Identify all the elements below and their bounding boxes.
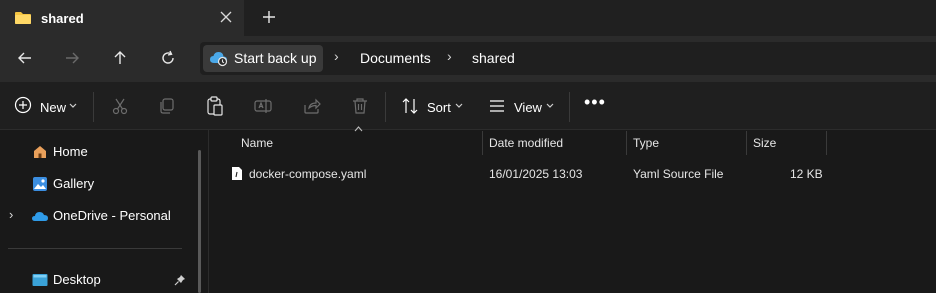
sidebar-item-label: Desktop: [53, 272, 101, 287]
sidebar-item-label: Gallery: [53, 176, 95, 191]
onedrive-cloud-icon: [31, 209, 49, 226]
chevron-down-icon: [455, 101, 463, 111]
sidebar-item-onedrive[interactable]: OneDrive - Personal: [30, 207, 195, 229]
file-type: Yaml Source File: [633, 167, 724, 181]
toolbar-divider: [569, 92, 570, 122]
close-icon[interactable]: [217, 8, 235, 26]
sort-ascending-icon: [354, 124, 363, 134]
sort-icon: [401, 97, 423, 119]
folder-icon: [14, 11, 32, 28]
breadcrumb-item: Start back up: [234, 50, 317, 66]
arrow-up-icon[interactable]: [107, 46, 133, 70]
home-icon: [32, 144, 48, 163]
sidebar-item-label: Home: [53, 144, 88, 159]
arrow-left-icon[interactable]: [12, 46, 38, 70]
breadcrumb-separator[interactable]: ›: [334, 48, 339, 64]
share-icon[interactable]: [303, 97, 325, 119]
toolbar-divider: [93, 92, 94, 122]
sidebar-item-gallery[interactable]: Gallery: [30, 175, 190, 197]
tab-shared[interactable]: [0, 0, 244, 36]
breadcrumb-item[interactable]: shared: [472, 50, 515, 66]
column-header-type[interactable]: Type: [633, 136, 659, 150]
sidebar-scrollbar[interactable]: [198, 150, 201, 293]
tab-title: shared: [41, 11, 84, 26]
file-date-modified: 16/01/2025 13:03: [489, 167, 583, 181]
arrow-right-icon[interactable]: [59, 46, 85, 70]
column-divider[interactable]: [746, 131, 747, 155]
breadcrumb-separator[interactable]: ›: [447, 48, 452, 64]
column-divider[interactable]: [482, 131, 483, 155]
copy-icon[interactable]: [158, 97, 180, 119]
sort-button[interactable]: Sort: [427, 100, 451, 115]
column-header-name[interactable]: Name: [241, 136, 273, 150]
chevron-down-icon: [546, 101, 554, 111]
cut-icon[interactable]: [111, 97, 133, 119]
rename-icon[interactable]: [254, 97, 276, 119]
desktop-icon: [32, 273, 48, 290]
file-name[interactable]: docker-compose.yaml: [249, 167, 366, 181]
column-header-date[interactable]: Date modified: [489, 136, 563, 150]
gallery-icon: [32, 176, 48, 195]
command-bar: [0, 82, 936, 130]
view-button[interactable]: View: [514, 100, 542, 115]
sidebar-item-label: OneDrive - Personal: [53, 208, 171, 223]
expand-chevron-icon[interactable]: ›: [9, 207, 13, 222]
plus-icon[interactable]: [259, 7, 279, 27]
toolbar-divider: [385, 92, 386, 122]
column-divider[interactable]: [826, 131, 827, 155]
pin-icon[interactable]: [174, 274, 186, 289]
sidebar-item-home[interactable]: Home: [30, 143, 190, 165]
sidebar-item-desktop[interactable]: Desktop: [30, 271, 190, 293]
pane-divider[interactable]: [208, 130, 209, 293]
plus-circle-icon: [14, 96, 36, 118]
chevron-down-icon: [69, 101, 77, 111]
refresh-icon[interactable]: [155, 46, 181, 70]
delete-icon[interactable]: [351, 97, 373, 119]
view-icon: [488, 97, 510, 119]
file-icon: [231, 166, 243, 184]
paste-icon[interactable]: [206, 96, 228, 118]
more-icon[interactable]: •••: [584, 93, 606, 115]
column-divider[interactable]: [626, 131, 627, 155]
file-size: 12 KB: [790, 167, 823, 181]
sidebar-divider: [8, 248, 182, 249]
column-header-size[interactable]: Size: [753, 136, 776, 150]
breadcrumb-item[interactable]: Documents: [360, 50, 431, 66]
new-button[interactable]: New: [40, 100, 66, 115]
backup-cloud-icon: [209, 49, 229, 70]
